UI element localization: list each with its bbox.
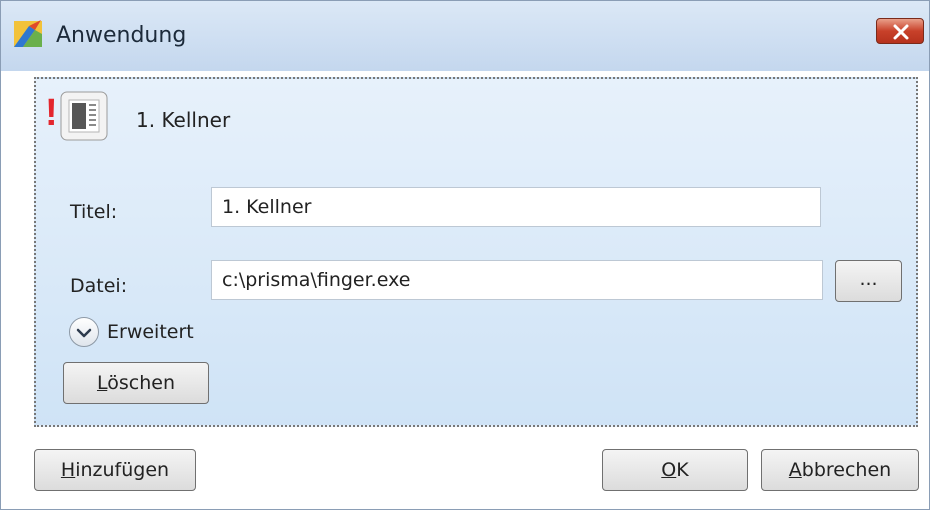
- advanced-label[interactable]: Erweitert: [107, 321, 194, 343]
- cancel-button[interactable]: Abbrechen: [761, 449, 919, 491]
- item-title: 1. Kellner: [136, 108, 231, 132]
- warning-mark: !: [45, 92, 58, 134]
- add-button[interactable]: Hinzufügen: [34, 449, 196, 491]
- file-label: Datei:: [70, 275, 128, 297]
- window-title: Anwendung: [56, 23, 187, 48]
- chevron-down-icon: [76, 328, 92, 338]
- paint-app-icon: [13, 18, 45, 50]
- advanced-expander-button[interactable]: [69, 317, 99, 347]
- cancel-label-rest: bbrechen: [801, 459, 892, 481]
- delete-label-rest: öschen: [107, 372, 175, 394]
- title-input[interactable]: 1. Kellner: [211, 187, 821, 227]
- delete-mnemonic: L: [96, 372, 108, 394]
- document-icon: [60, 91, 108, 141]
- add-label-rest: inzufügen: [75, 459, 170, 481]
- close-button[interactable]: [876, 18, 924, 44]
- dialog-content: ! 1. Kellner Titel: 1. Kellner Datei: c:…: [1, 71, 929, 509]
- ok-button[interactable]: OK: [602, 449, 748, 491]
- ok-label-rest: K: [676, 459, 689, 481]
- close-icon: [893, 24, 909, 40]
- title-label: Titel:: [70, 201, 118, 223]
- title-bar[interactable]: Anwendung: [1, 1, 929, 71]
- dialog-window: Anwendung ! 1. Kellner Titel: 1. Kellner: [0, 0, 930, 510]
- ok-mnemonic: O: [661, 459, 677, 481]
- cancel-mnemonic: A: [788, 459, 802, 481]
- browse-button[interactable]: ...: [835, 260, 902, 302]
- delete-button[interactable]: Löschen: [63, 362, 209, 404]
- file-path-input[interactable]: c:\prisma\finger.exe: [211, 260, 823, 300]
- add-mnemonic: H: [60, 459, 76, 481]
